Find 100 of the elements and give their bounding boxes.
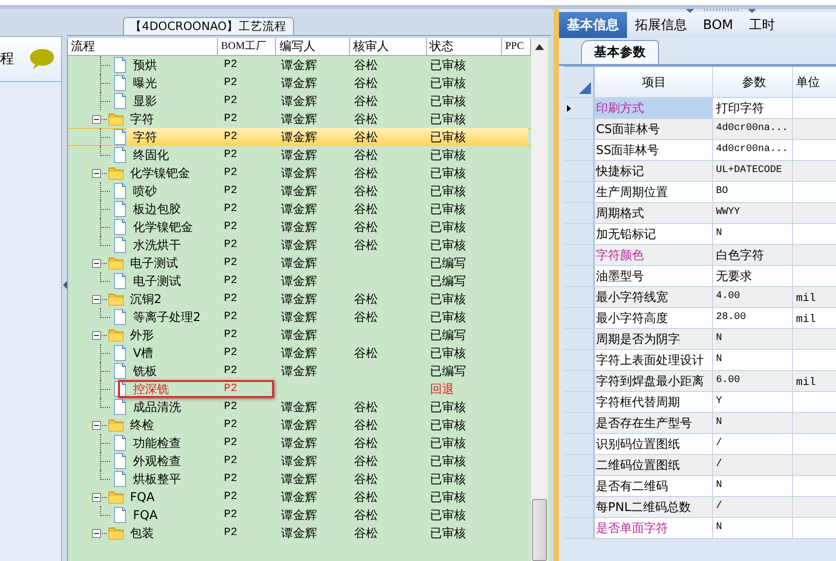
table-cell: 谭金辉 (281, 346, 317, 360)
step-name[interactable]: 包装 (130, 524, 154, 542)
speech-bubble-icon[interactable] (29, 48, 55, 70)
table-cell-text: P2 (223, 364, 238, 379)
step-name[interactable]: 曝光 (133, 74, 157, 92)
collapse-icon[interactable] (92, 168, 101, 178)
scrollbar-thumb[interactable] (532, 499, 547, 561)
panel-tab[interactable]: 【4DOCROONAO】工艺流程 (123, 17, 294, 36)
status-cell-text: 已审核 (429, 219, 467, 236)
table-cell[interactable]: 打印字符 (713, 98, 793, 118)
step-name[interactable]: 预烘 (133, 56, 157, 74)
splitter-handle-icon[interactable] (686, 9, 756, 15)
table-cell: 谭金辉 (281, 112, 317, 126)
document-icon (113, 183, 127, 199)
table-cell: 谭金辉 (281, 310, 317, 324)
table-cell: 谭金辉 (281, 508, 317, 522)
step-name[interactable]: 终检 (130, 416, 154, 434)
scroll-up-icon[interactable] (535, 44, 544, 50)
table-cell: 谷松 (354, 400, 378, 414)
tab[interactable]: 拓展信息 (627, 12, 695, 38)
step-name[interactable]: 控深铣 (133, 380, 169, 398)
document-icon (113, 309, 127, 325)
column-header[interactable]: BOM工厂 (218, 38, 276, 55)
document-icon (113, 147, 127, 163)
folder-icon (108, 112, 124, 126)
step-name[interactable]: 烘板整平 (133, 470, 181, 488)
step-name[interactable]: 外形 (130, 326, 154, 344)
table-cell: mil (796, 293, 816, 305)
table-cell: 谭金辉 (281, 400, 317, 414)
panel-title: 程 (0, 50, 14, 68)
status-cell-text: 已编写 (429, 363, 467, 380)
table-cell: 谭金辉 (281, 76, 317, 90)
step-name[interactable]: 化学镍钯金 (133, 218, 193, 236)
status-cell-text: 已审核 (429, 489, 467, 506)
step-name[interactable]: 成品清洗 (133, 398, 181, 416)
table-cell: mil (796, 377, 816, 389)
column-header[interactable]: 核审人 (350, 38, 427, 55)
table-cell: 谭金辉 (281, 436, 317, 450)
tab[interactable]: 基本参数 (581, 40, 659, 64)
status-cell-text: 已审核 (429, 147, 467, 164)
table-cell: 谭金辉 (281, 184, 317, 198)
table-cell: 谭金辉 (281, 148, 317, 162)
document-icon (113, 363, 127, 379)
table-cell: 谭金辉 (281, 58, 317, 72)
column-header[interactable]: 流程 (68, 38, 218, 55)
column-header[interactable]: 编写人 (276, 38, 350, 55)
tab[interactable]: BOM (695, 12, 742, 38)
table-cell-text: P2 (223, 490, 238, 505)
collapse-icon[interactable] (92, 258, 101, 268)
column-header[interactable]: 参数 (713, 67, 793, 97)
table-cell: 谭金辉 (281, 418, 317, 432)
folder-icon (108, 328, 124, 342)
step-name[interactable]: 显影 (133, 92, 157, 110)
step-name[interactable]: 终固化 (133, 146, 169, 164)
step-name[interactable]: 字符 (130, 110, 154, 128)
scrollbar[interactable] (531, 38, 548, 561)
collapse-icon[interactable] (92, 294, 101, 304)
status-cell-text: 已审核 (429, 201, 467, 218)
step-name[interactable]: 水洗烘干 (133, 236, 181, 254)
status-cell-text: 已审核 (429, 165, 467, 182)
step-name[interactable]: 铣板 (133, 362, 157, 380)
collapse-arrow-icon[interactable] (62, 281, 66, 289)
table-cell: 谷松 (354, 76, 378, 90)
status-cell-text: 已审核 (429, 417, 467, 434)
step-name[interactable]: 电子测试 (133, 272, 181, 290)
table-cell-text: P2 (223, 94, 238, 109)
status-cell-text: 已审核 (429, 291, 467, 308)
collapse-icon[interactable] (92, 330, 101, 340)
step-name[interactable]: 电子测试 (130, 254, 178, 272)
table-cell-text: P2 (223, 454, 238, 469)
collapse-icon[interactable] (92, 420, 101, 430)
table-cell[interactable]: WWYY (713, 203, 793, 223)
table-cell: 谭金辉 (281, 328, 317, 342)
step-name[interactable]: 化学镍钯金 (130, 164, 190, 182)
step-name[interactable]: 板边包胶 (133, 200, 181, 218)
table-cell: 谷松 (354, 166, 378, 180)
table-cell: 印刷方式 (595, 98, 713, 118)
table-cell-text: P2 (223, 238, 238, 253)
folder-icon (108, 256, 124, 270)
table-cell[interactable]: Y (713, 392, 793, 412)
status-cell-text: 已审核 (429, 309, 467, 326)
tab[interactable]: 基本信息 (559, 12, 627, 38)
column-header[interactable]: 状态 (426, 38, 502, 55)
collapse-icon[interactable] (92, 492, 101, 502)
collapse-icon[interactable] (92, 528, 101, 538)
column-header[interactable]: 单位 (793, 67, 836, 97)
step-name[interactable]: 沉铜2 (130, 290, 162, 308)
step-name[interactable]: 外观检查 (133, 452, 181, 470)
step-name[interactable]: 等离子处理2 (133, 308, 201, 326)
step-name[interactable]: V槽 (133, 344, 154, 362)
tab[interactable]: 工时 (741, 12, 784, 38)
collapse-icon[interactable] (92, 114, 101, 124)
table-cell: 谭金辉 (281, 166, 317, 180)
step-name[interactable]: FQA (130, 490, 155, 504)
step-name[interactable]: FQA (133, 508, 158, 522)
column-header[interactable]: 项目 (595, 67, 713, 97)
table-cell-text: P2 (223, 274, 238, 289)
step-name[interactable]: 喷砂 (133, 182, 157, 200)
row-header[interactable] (564, 98, 595, 118)
step-name[interactable]: 功能检查 (133, 434, 181, 452)
